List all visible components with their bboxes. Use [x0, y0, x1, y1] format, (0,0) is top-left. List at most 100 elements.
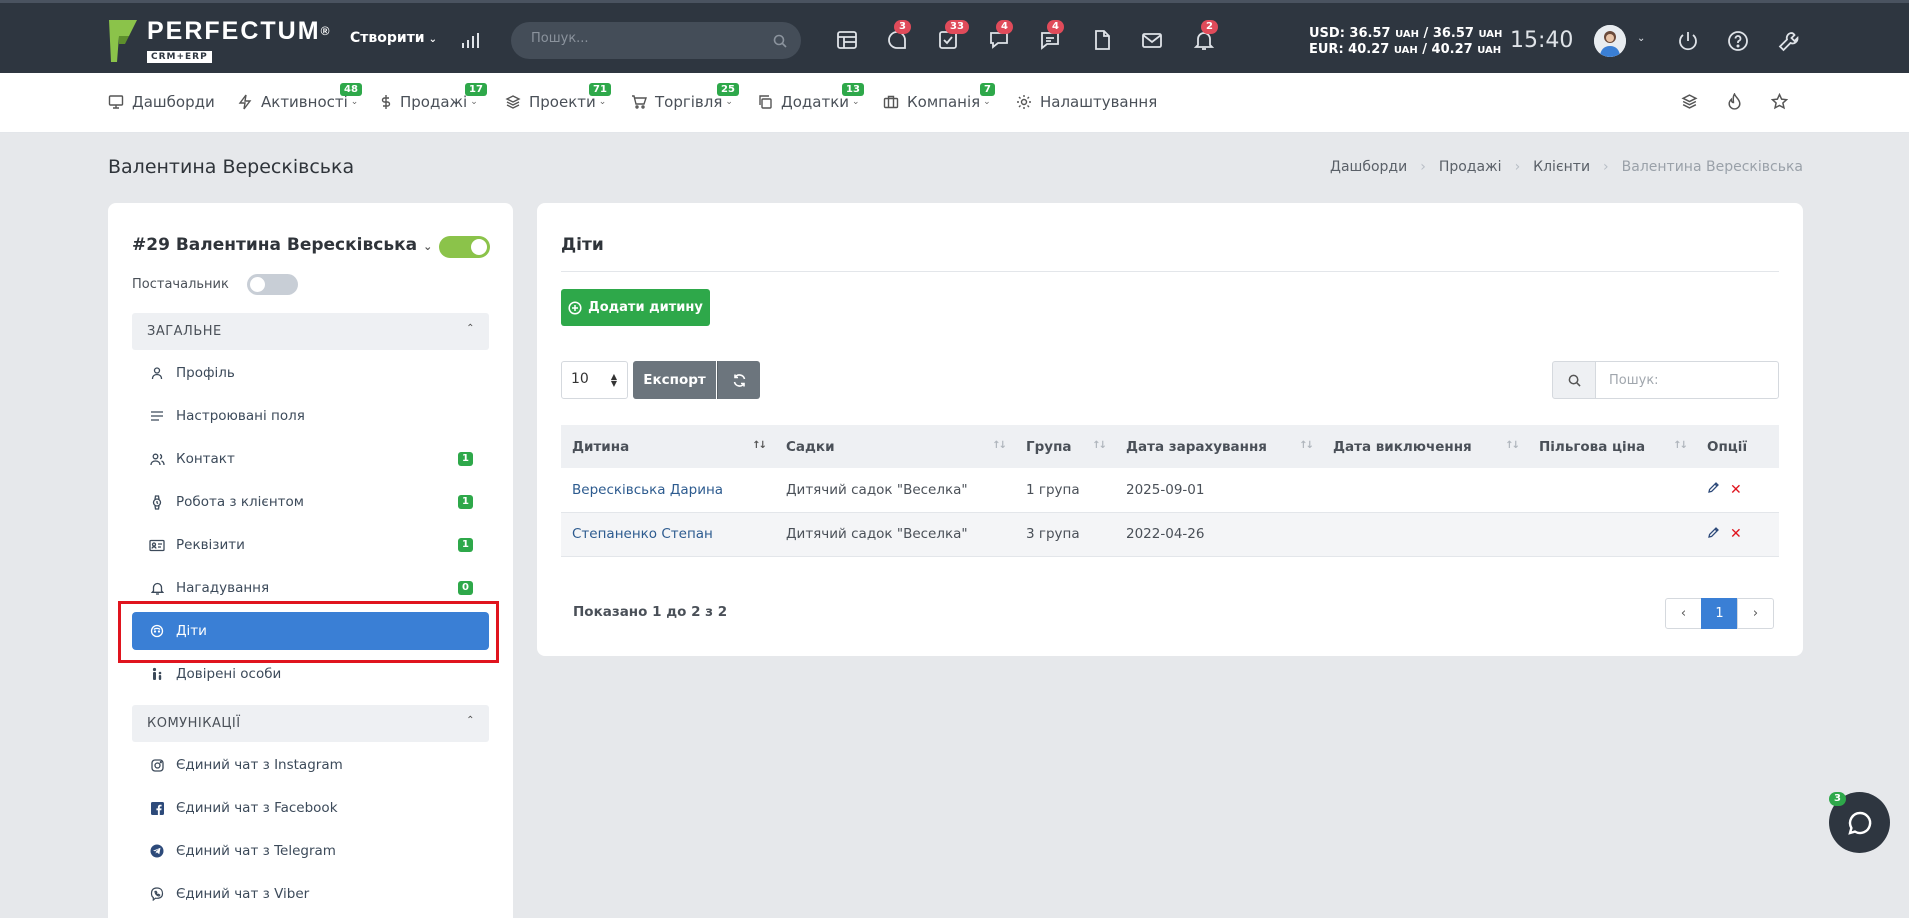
sidebar-item-custom-fields[interactable]: Настроювані поля — [132, 397, 489, 435]
supplier-toggle[interactable] — [247, 274, 298, 295]
nav-projects[interactable]: Проекти ⌄ 71 — [505, 83, 611, 111]
breadcrumb-clients[interactable]: Клієнти — [1533, 159, 1590, 175]
nav-settings[interactable]: Налаштування — [1016, 93, 1157, 111]
column-child[interactable]: Дитина ↑↓ — [561, 425, 775, 468]
tasks-badge: 33 — [945, 20, 969, 34]
child-name-link[interactable]: Степаненко Степан — [561, 512, 775, 557]
bell-icon[interactable]: 2 — [1193, 20, 1218, 53]
delete-icon[interactable]: ✕ — [1730, 526, 1742, 542]
table-row: Вересківська Дарина Дитячий садок "Весел… — [561, 468, 1779, 513]
column-label: Опції — [1707, 438, 1748, 455]
chevron-down-icon: ⌄ — [983, 97, 991, 107]
kindergarten-cell: Дитячий садок "Веселка" — [775, 512, 1015, 557]
nav-addons[interactable]: Додатки ⌄ 13 — [757, 83, 864, 111]
chevron-down-icon: ⌄ — [423, 240, 433, 253]
global-search-input[interactable] — [531, 31, 761, 46]
instagram-icon — [148, 758, 166, 772]
section-communications[interactable]: КОМУНІКАЦІЇ ⌃ — [132, 705, 489, 742]
messages-icon[interactable]: 4 — [988, 20, 1013, 53]
sort-icon: ↑↓ — [1673, 440, 1688, 451]
select-arrows-icon: ▲ ▼ — [610, 372, 617, 388]
logo-name: PERFECTUM — [147, 17, 321, 45]
column-group[interactable]: Група ↑↓ — [1015, 425, 1115, 468]
enrolled-date-cell: 2025-09-01 — [1115, 468, 1322, 513]
statistics-icon[interactable] — [460, 31, 480, 55]
client-active-toggle[interactable] — [439, 236, 490, 258]
refresh-button[interactable] — [717, 361, 760, 399]
chevron-down-icon: ⌄ — [428, 34, 438, 45]
nav-company[interactable]: Компанія ⌄ 7 — [883, 83, 995, 111]
create-menu-button[interactable]: Створити ⌄ — [350, 30, 437, 46]
sidebar-item-viber-chat[interactable]: Єдиний чат з Viber — [132, 875, 489, 913]
chat-bubble-icon[interactable]: 3 — [886, 20, 911, 53]
page-button-current[interactable]: 1 — [1701, 598, 1738, 629]
layout-icon[interactable] — [836, 29, 860, 53]
nav-sales[interactable]: Продажі ⌄ 17 — [380, 83, 487, 111]
column-label: Група — [1026, 438, 1072, 455]
column-kindergarten[interactable]: Садки ↑↓ — [775, 425, 1015, 468]
currency-rates: USD: 36.57 UAH / 36.57 UAH EUR: 40.27 UA… — [1309, 26, 1502, 58]
wrench-icon[interactable] — [1777, 30, 1801, 58]
logo-registered: ® — [320, 24, 332, 38]
delete-icon[interactable]: ✕ — [1730, 482, 1742, 498]
sidebar-item-telegram-chat[interactable]: Єдиний чат з Telegram — [132, 832, 489, 870]
column-options: Опції — [1696, 425, 1779, 468]
search-icon[interactable] — [773, 33, 787, 52]
usd-sell-unit: UAH — [1478, 29, 1503, 40]
column-label: Дата виключення — [1333, 438, 1472, 455]
nav-trade[interactable]: Торгівля ⌄ 25 — [631, 83, 739, 111]
tasks-icon[interactable]: 33 — [937, 20, 969, 53]
briefcase-icon — [883, 94, 899, 110]
support-chat-button[interactable]: 3 — [1829, 792, 1890, 853]
edit-icon[interactable] — [1707, 481, 1720, 498]
star-icon[interactable] — [1770, 92, 1789, 114]
chevron-left-icon: ‹ — [1680, 606, 1687, 621]
child-name-link[interactable]: Вересківська Дарина — [561, 468, 775, 513]
layers-toggle-icon[interactable] — [1681, 93, 1698, 114]
logo-mark-icon — [107, 18, 141, 64]
breadcrumb-dashboards[interactable]: Дашборди — [1330, 159, 1407, 175]
sidebar-item-instagram-chat[interactable]: Єдиний чат з Instagram — [132, 746, 489, 784]
sidebar-item-label: Профіль — [176, 365, 235, 381]
client-name: #29 Валентина Вересківська — [132, 235, 418, 255]
chevron-down-icon: ⌄ — [725, 97, 733, 107]
sidebar-item-requisites[interactable]: Реквізити 1 — [132, 526, 489, 564]
logo[interactable]: PERFECTUM® CRM+ERP — [107, 18, 331, 64]
power-icon[interactable] — [1677, 30, 1699, 56]
next-page-button[interactable]: › — [1737, 598, 1774, 629]
sidebar-item-client-work[interactable]: Робота з клієнтом 1 — [132, 483, 489, 521]
comments-icon[interactable]: 4 — [1039, 20, 1064, 53]
mail-icon[interactable] — [1141, 29, 1165, 53]
document-icon[interactable] — [1091, 29, 1115, 53]
client-header[interactable]: #29 Валентина Вересківська ⌄ — [132, 235, 432, 255]
edit-icon[interactable] — [1707, 526, 1720, 543]
sidebar-item-label: Контакт — [176, 451, 235, 467]
chevron-down-icon: ⌄ — [852, 97, 860, 107]
column-enrolled-date[interactable]: Дата зарахування ↑↓ — [1115, 425, 1322, 468]
sidebar-item-contact[interactable]: Контакт 1 — [132, 440, 489, 478]
facebook-icon — [148, 801, 166, 815]
column-discount-price[interactable]: Пільгова ціна ↑↓ — [1528, 425, 1696, 468]
avatar[interactable] — [1594, 25, 1626, 57]
export-button[interactable]: Експорт — [633, 361, 716, 399]
prev-page-button[interactable]: ‹ — [1665, 598, 1702, 629]
global-search[interactable] — [511, 22, 801, 59]
nav-dashboards[interactable]: Дашборди — [108, 93, 215, 111]
column-excluded-date[interactable]: Дата виключення ↑↓ — [1322, 425, 1528, 468]
flame-icon[interactable] — [1726, 92, 1743, 114]
sidebar-item-count: 1 — [458, 538, 473, 552]
table-search-input[interactable] — [1595, 361, 1779, 399]
page-size-select[interactable]: 10 ▲ ▼ — [561, 361, 628, 399]
refresh-icon — [733, 373, 745, 387]
user-menu-chevron-icon[interactable]: ⌄ — [1637, 33, 1645, 44]
section-general[interactable]: ЗАГАЛЬНЕ ⌃ — [132, 313, 489, 350]
sidebar-item-facebook-chat[interactable]: Єдиний чат з Facebook — [132, 789, 489, 827]
sidebar-item-profile[interactable]: Профіль — [132, 354, 489, 392]
nav-activities[interactable]: Активності ⌄ 48 — [237, 83, 362, 111]
eur-rate: EUR: 40.27 — [1309, 42, 1390, 57]
sort-icon: ↑↓ — [1299, 440, 1314, 451]
breadcrumb-sales[interactable]: Продажі — [1439, 159, 1502, 175]
add-child-button[interactable]: Додати дитину — [561, 289, 710, 326]
help-icon[interactable] — [1727, 30, 1749, 56]
children-title: Діти — [561, 235, 604, 255]
